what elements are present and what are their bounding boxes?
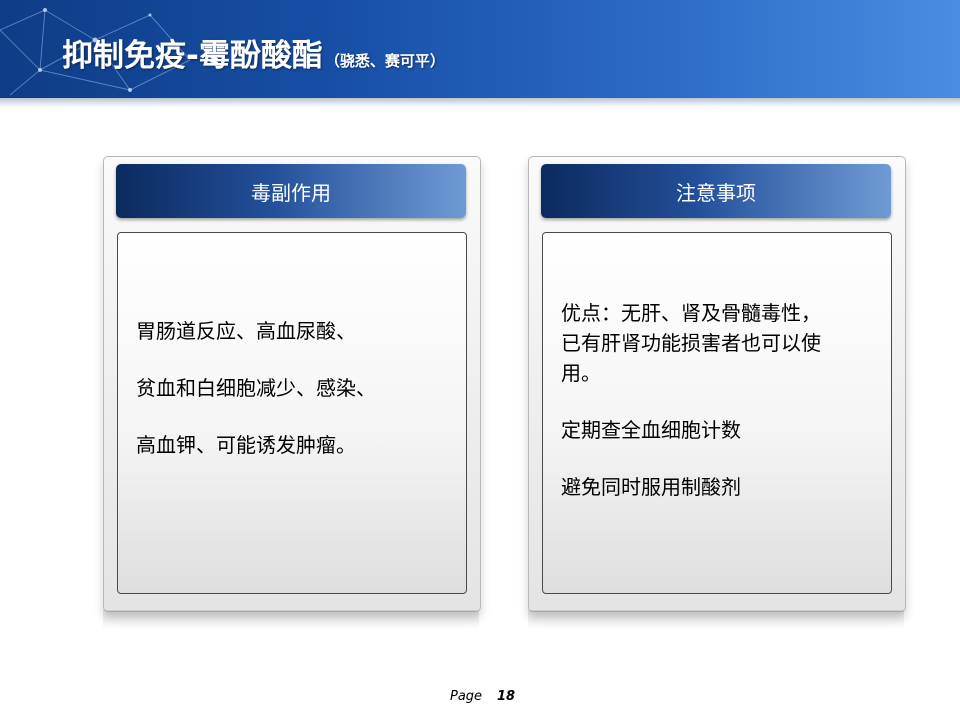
precautions-line-1: 优点：无肝、肾及骨髓毒性， — [561, 301, 821, 325]
title-text: 抑制免疫-霉酚酸酯 — [62, 38, 323, 74]
precautions-line-3: 用。 — [561, 361, 601, 385]
title-subtitle: （骁悉、赛可平） — [324, 52, 445, 70]
precautions-line-2: 已有肝肾功能损害者也可以使 — [561, 331, 821, 355]
precautions-body: 优点：无肝、肾及骨髓毒性， 已有肝肾功能损害者也可以使 用。 定期查全血细胞计数… — [542, 232, 892, 594]
page-label: Page — [450, 689, 483, 704]
precautions-panel: 注意事项 优点：无肝、肾及骨髓毒性， 已有肝肾功能损害者也可以使 用。 定期查全… — [528, 156, 906, 612]
side-effects-panel: 毒副作用 胃肠道反应、高血尿酸、 贫血和白细胞减少、感染、 高血钾、可能诱发肿瘤… — [103, 156, 481, 612]
precautions-line-4: 定期查全血细胞计数 — [561, 418, 741, 442]
side-effects-header: 毒副作用 — [116, 164, 466, 218]
title-bar: 抑制免疫-霉酚酸酯 （骁悉、赛可平） — [0, 0, 960, 98]
precautions-header: 注意事项 — [541, 164, 891, 218]
panel-reflection — [528, 610, 904, 630]
slide-title: 抑制免疫-霉酚酸酯 （骁悉、赛可平） — [62, 30, 445, 75]
title-bar-shadow — [0, 98, 960, 108]
side-effects-line-2: 贫血和白细胞减少、感染、 — [136, 376, 376, 400]
side-effects-line-1: 胃肠道反应、高血尿酸、 — [136, 319, 356, 343]
precautions-line-5: 避免同时服用制酸剂 — [561, 475, 741, 499]
side-effects-body: 胃肠道反应、高血尿酸、 贫血和白细胞减少、感染、 高血钾、可能诱发肿瘤。 — [117, 232, 467, 594]
side-effects-line-3: 高血钾、可能诱发肿瘤。 — [136, 433, 356, 457]
panel-reflection — [103, 610, 479, 630]
page-number: 18 — [497, 689, 516, 704]
